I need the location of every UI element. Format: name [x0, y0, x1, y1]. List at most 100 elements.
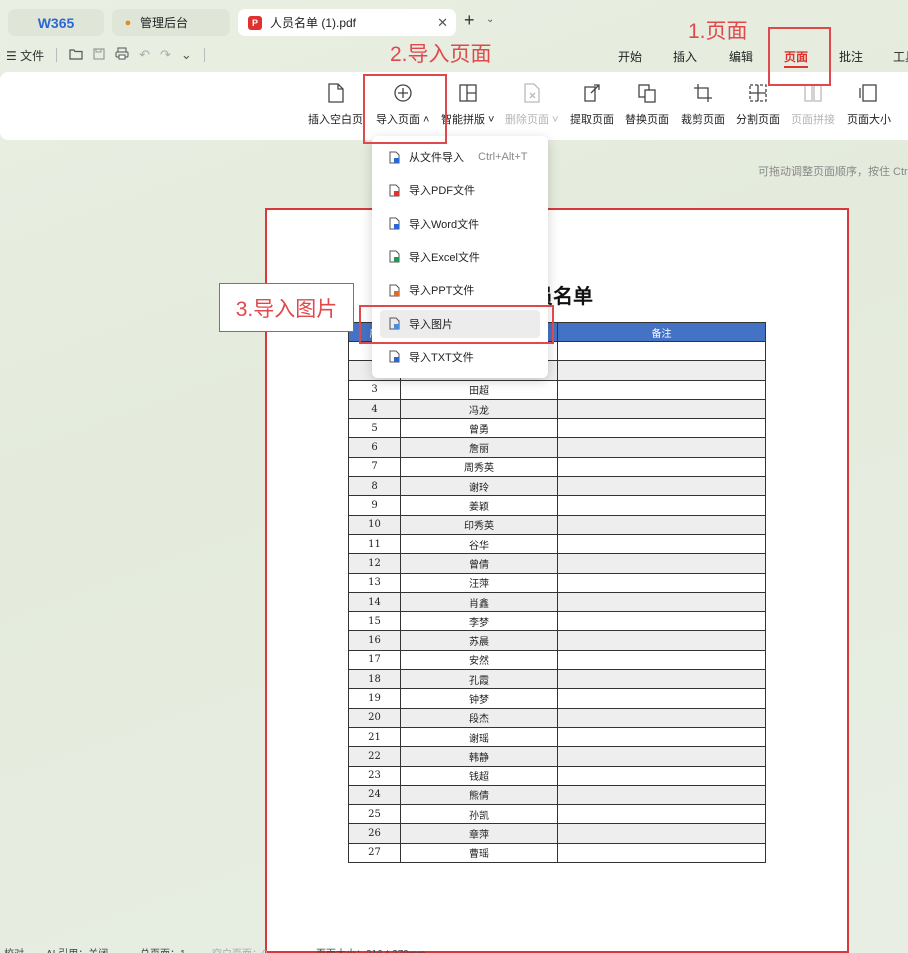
- status-proof[interactable]: 校对: [4, 945, 24, 953]
- cell-seq: 10: [348, 514, 401, 535]
- file-menu-label: 文件: [20, 48, 45, 63]
- table-row: 18 孔霞: [348, 669, 766, 690]
- cell-name: 曾倩: [400, 553, 558, 574]
- page-size-button[interactable]: 页面大小: [847, 82, 891, 127]
- page-join-button[interactable]: 页面拼接: [791, 82, 835, 127]
- dropdown-item-import-word[interactable]: 导入Word文件: [380, 210, 540, 238]
- cell-name: 章萍: [400, 823, 558, 844]
- dropdown-item-import-txt[interactable]: 导入TXT文件: [380, 343, 540, 371]
- dropdown-item-label: 从文件导入: [409, 152, 464, 164]
- table-row: 17 安然: [348, 649, 766, 671]
- dropdown-item-import-pdf[interactable]: 导入PDF文件: [380, 176, 540, 204]
- chevron-down-icon[interactable]: ⌄: [486, 14, 494, 25]
- cell-name: 肖鑫: [400, 591, 558, 613]
- cell-remark: [557, 514, 766, 535]
- status-ai-ref[interactable]: AI 引用：关闭: [46, 945, 108, 953]
- menu-tab-insert[interactable]: 插入: [673, 48, 697, 65]
- cell-name: 汪萍: [400, 572, 558, 593]
- cell-remark: [557, 611, 766, 632]
- tab-pdf-document[interactable]: P 人员名单 (1).pdf ✕: [238, 9, 456, 36]
- print-icon[interactable]: [115, 47, 129, 63]
- menu-tab-comment[interactable]: 批注: [839, 48, 863, 65]
- delete-page-label: 删除页面 ˅: [505, 114, 559, 126]
- cell-remark: [557, 669, 766, 690]
- insert-blank-page-label: 插入空白页: [308, 114, 363, 126]
- layout-grid-icon: [457, 82, 479, 104]
- shortcut-label: Ctrl+Alt+T: [478, 151, 528, 163]
- smart-merge-label: 智能拼版 ˅: [441, 114, 495, 126]
- blank-page-icon: [325, 82, 347, 104]
- insert-blank-page-button[interactable]: 插入空白页: [308, 82, 363, 127]
- file-menu-button[interactable]: ☰ 文件: [6, 47, 44, 64]
- new-tab-icon[interactable]: +: [464, 10, 475, 31]
- menu-tab-edit[interactable]: 编辑: [729, 48, 753, 65]
- cell-seq: 17: [348, 649, 401, 671]
- save-icon[interactable]: [93, 47, 105, 63]
- cell-seq: 16: [348, 630, 401, 651]
- table-row: 8 谢玲: [348, 476, 766, 497]
- cell-remark: [557, 630, 766, 651]
- menu-tab-tools[interactable]: 工具: [893, 48, 908, 65]
- cell-name: 熊倩: [400, 784, 558, 806]
- menu-tab-start[interactable]: 开始: [618, 48, 642, 65]
- cell-seq: 13: [348, 572, 401, 593]
- dropdown-item-import-from-file[interactable]: 从文件导入 Ctrl+Alt+T: [380, 143, 540, 171]
- dropdown-item-import-excel[interactable]: 导入Excel文件: [380, 243, 540, 271]
- cell-name: 钱超: [400, 765, 558, 786]
- cell-remark: [557, 418, 766, 439]
- extract-page-icon: [581, 82, 603, 104]
- table-row: 19 钟梦: [348, 688, 766, 709]
- chevron-down-icon[interactable]: ⌄: [181, 47, 192, 63]
- table-row: 5 曾勇: [348, 418, 766, 439]
- import-txt-icon: [389, 350, 400, 363]
- page-more-button[interactable]: 页: [902, 82, 908, 127]
- cell-name: 孙凯: [400, 804, 558, 825]
- table-row: 27 曹瑶: [348, 842, 766, 864]
- import-pdf-icon: [389, 184, 400, 197]
- split-page-button[interactable]: 分割页面: [736, 82, 780, 127]
- replace-page-label: 替换页面: [625, 114, 669, 126]
- dropdown-item-import-ppt[interactable]: 导入PPT文件: [380, 276, 540, 304]
- table-row: 10 印秀英: [348, 514, 766, 535]
- replace-page-button[interactable]: 替换页面: [625, 82, 669, 127]
- table-row: 21 谢瑶: [348, 726, 766, 748]
- extract-page-label: 提取页面: [570, 114, 614, 126]
- cell-seq: 26: [348, 823, 401, 844]
- crop-page-button[interactable]: 裁剪页面: [681, 82, 725, 127]
- annotation-box-import-page: [363, 74, 447, 144]
- table-row: 26 章萍: [348, 823, 766, 844]
- crop-page-label: 裁剪页面: [681, 114, 725, 126]
- cell-seq: 21: [348, 726, 401, 748]
- undo-icon[interactable]: ↶: [139, 47, 150, 63]
- user-icon: ●: [124, 16, 132, 29]
- cell-remark: [557, 591, 766, 613]
- import-ppt-icon: [389, 284, 400, 297]
- import-word-icon: [389, 217, 400, 230]
- cell-remark: [557, 804, 766, 825]
- cell-remark: [557, 340, 766, 362]
- open-folder-icon[interactable]: [69, 48, 83, 63]
- cell-seq: 9: [348, 495, 401, 516]
- cell-remark: [557, 379, 766, 400]
- cell-remark: [557, 746, 766, 767]
- smart-merge-button[interactable]: 智能拼版 ˅: [441, 82, 494, 127]
- cell-seq: 14: [348, 591, 401, 613]
- close-icon[interactable]: ✕: [437, 15, 448, 31]
- cell-name: 钟梦: [400, 688, 558, 709]
- status-total-pages: 总页面：1: [140, 945, 186, 953]
- cell-remark: [557, 360, 766, 381]
- tab-admin[interactable]: ● 管理后台: [112, 9, 230, 36]
- page-size-icon: [858, 82, 880, 104]
- delete-page-button[interactable]: 删除页面 ˅: [505, 82, 558, 127]
- cell-name: 周秀英: [400, 456, 558, 478]
- w365-logo: W365: [37, 14, 75, 31]
- redo-icon[interactable]: ↷: [160, 47, 171, 63]
- cell-name: 孔霞: [400, 669, 558, 690]
- people-table: 序 备注 123田超4冯龙5曾勇6詹丽7周秀英8谢玲9姜颖10印秀英11谷华12…: [348, 322, 766, 864]
- page-size-label: 页面大小: [847, 114, 891, 126]
- cell-seq: 7: [348, 456, 401, 478]
- extract-page-button[interactable]: 提取页面: [570, 82, 614, 127]
- cell-seq: 15: [348, 611, 401, 632]
- cell-name: 曹瑶: [400, 842, 558, 864]
- tab-w365[interactable]: W365: [8, 9, 104, 36]
